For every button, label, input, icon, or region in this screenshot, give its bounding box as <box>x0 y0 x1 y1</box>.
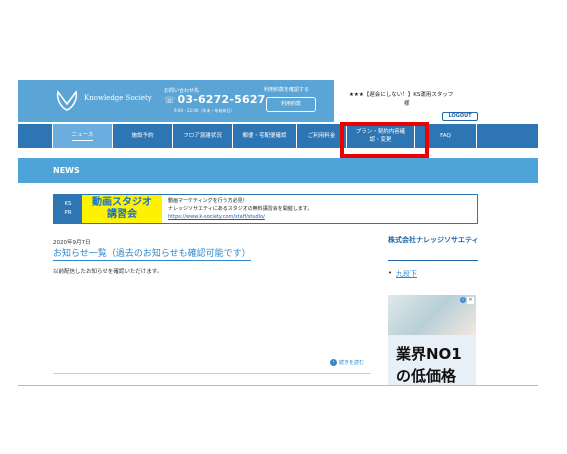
pr-banner[interactable]: KS PR 動画スタジオ 講習会 動画マーケティングを行う方必見！ ナレッジソサ… <box>53 194 478 224</box>
logout-button[interactable]: LOGOUT <box>442 112 478 121</box>
info-icon[interactable]: i <box>460 297 466 303</box>
pr-link[interactable]: https://www.k-society.com/staff/studio/ <box>168 213 312 221</box>
close-icon[interactable]: ✕ <box>467 297 474 304</box>
nav-item-mail-check[interactable]: 郵便・宅配便確認 <box>233 124 297 148</box>
knowledge-society-logo[interactable] <box>54 88 80 112</box>
studio-line1: 動画スタジオ <box>92 197 152 208</box>
nav-item-facility-booking[interactable]: 施設予約 <box>113 124 173 148</box>
news-band: NEWS <box>18 158 538 183</box>
studio-line2: 講習会 <box>107 209 137 220</box>
sidebar-divider <box>388 260 478 261</box>
studio-banner: 動画スタジオ 講習会 <box>82 195 162 223</box>
read-more-link[interactable]: › 続きを読む <box>330 359 364 366</box>
nav-item-label: ご利用料金 <box>307 133 336 139</box>
sidebar-item-kudanshita[interactable]: 九段下 <box>388 269 417 279</box>
highlight-box <box>340 122 429 158</box>
article-body: 以前配信したお知らせを確認いただけます。 <box>53 269 163 275</box>
article-date: 2020年9月7日 <box>53 240 91 246</box>
main-nav: ニュース 施設予約 フロア混雑状況 郵便・宅配便確認 ご利用料金 プラン・契約内… <box>18 124 538 148</box>
rules-button[interactable]: 利用約款 <box>266 97 316 112</box>
section-title: NEWS <box>53 166 80 175</box>
nav-item-label: FAQ <box>440 133 451 139</box>
pr-text-line1: 動画マーケティングを行う方必見！ <box>168 198 248 204</box>
phone-number-text: 03-6272-5627 <box>177 93 266 106</box>
nav-spacer <box>18 124 53 148</box>
nav-item-label: ニュース <box>71 131 94 141</box>
pr-tag-line2: PR <box>64 210 72 216</box>
nav-filler <box>477 124 538 148</box>
brand-name: Knowledge Society <box>84 94 152 102</box>
nav-item-label: 施設予約 <box>131 133 154 139</box>
nav-item-label: 郵便・宅配便確認 <box>242 133 287 139</box>
advertisement[interactable]: i ✕ 業界NO1 の低価格 <box>388 295 476 385</box>
pr-text: 動画マーケティングを行う方必見！ ナレッジソサエティにあるスタジオの無料講習会を… <box>168 197 312 221</box>
sidebar-company: 株式会社ナレッジソサエティ <box>388 236 479 244</box>
divider <box>53 373 371 374</box>
business-hours: 9:00 - 22:00（年末・年始休日） <box>174 108 235 113</box>
nav-item-label: フロア混雑状況 <box>183 133 222 139</box>
pr-text-line2: ナレッジソサエティにあるスタジオの無料講習会を開催します。 <box>168 206 313 212</box>
site-header: Knowledge Society お問い合わせ先 ☏ 03-6272-5627 … <box>18 80 334 122</box>
browser-content: Knowledge Society お問い合わせ先 ☏ 03-6272-5627 … <box>18 80 538 385</box>
user-name: ★★★【遅会にしない！】KS運用スタッフ <box>349 92 454 98</box>
phone-icon: ☏ <box>164 96 176 106</box>
pr-tag-line1: KS <box>64 201 72 207</box>
page-bottom-border <box>18 385 538 386</box>
arrow-right-icon: › <box>330 359 337 366</box>
user-honorific: 様 <box>404 101 410 107</box>
rules-label: 利用約款を確認する <box>264 87 310 93</box>
nav-item-news[interactable]: ニュース <box>53 124 113 148</box>
read-more-label: 続きを読む <box>339 360 365 366</box>
nav-item-floor-status[interactable]: フロア混雑状況 <box>173 124 233 148</box>
pr-tag: KS PR <box>54 195 82 223</box>
phone-number: ☏ 03-6272-5627 <box>164 93 266 106</box>
article-title-link[interactable]: お知らせ一覧（過去のお知らせも確認可能です） <box>53 246 251 261</box>
ad-headline-1: 業界NO1 <box>396 345 462 363</box>
ad-headline-2: の低価格 <box>396 367 457 385</box>
